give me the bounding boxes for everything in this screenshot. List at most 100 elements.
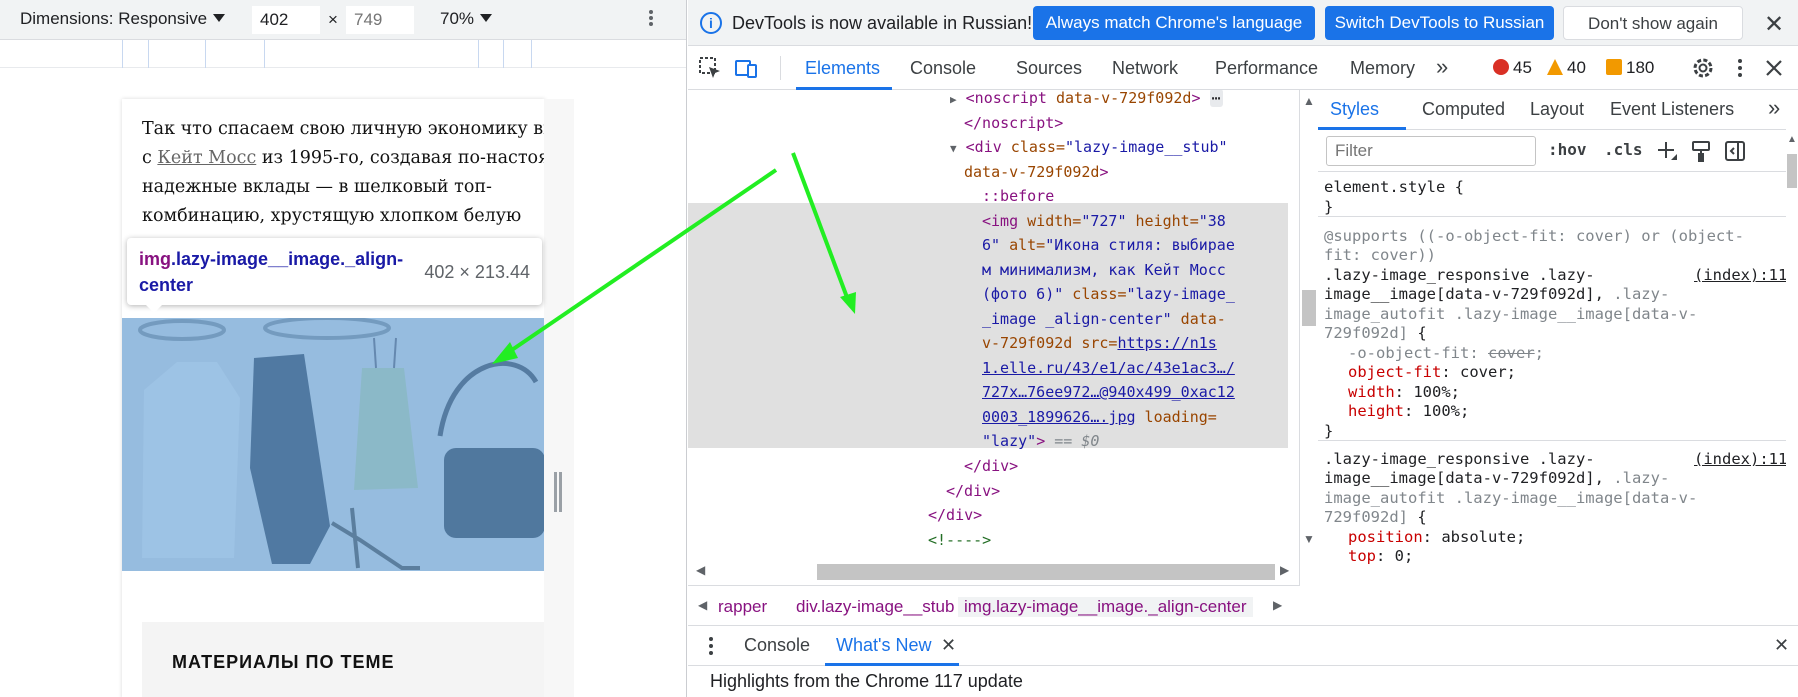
related-materials-box: МАТЕРИАЛЫ ПО ТЕМЕ <box>142 622 545 697</box>
hover-state-toggle[interactable]: :hov <box>1548 140 1587 159</box>
drawer-tab-console[interactable]: Console <box>744 635 810 656</box>
styles-scrollbar[interactable]: ▲ <box>1786 90 1798 625</box>
issues-badge[interactable]: 180 <box>1606 58 1654 78</box>
more-tabs-icon[interactable]: » <box>1436 54 1448 80</box>
warning-icon <box>1547 59 1563 75</box>
add-rule-icon[interactable] <box>1656 140 1678 162</box>
tab-computed[interactable]: Computed <box>1422 99 1505 120</box>
width-input[interactable] <box>252 6 320 34</box>
css-declaration[interactable]: height: 100%; <box>1348 402 1469 422</box>
scrollbar-thumb[interactable] <box>817 564 1275 580</box>
css-selector[interactable]: image__image[data-v-729f092d], .lazy- <box>1324 285 1669 305</box>
dom-node[interactable]: ▼ <div class="lazy-image__stub" <box>950 135 1228 162</box>
image-src-link[interactable]: 0003_1899626….jpg <box>982 408 1136 426</box>
element-highlight-overlay <box>122 318 545 571</box>
drawer-tab-whats-new[interactable]: What's New <box>836 635 931 656</box>
class-toggle[interactable]: .cls <box>1604 140 1643 159</box>
error-icon <box>1493 59 1509 75</box>
article-link[interactable]: Кейт Мосс <box>157 148 256 168</box>
tab-sources[interactable]: Sources <box>1016 58 1082 79</box>
scroll-down-icon[interactable]: ▼ <box>1303 532 1315 546</box>
css-brace: } <box>1324 422 1334 440</box>
dimensions-dropdown[interactable]: Dimensions: Responsive <box>20 9 226 29</box>
bottom-drawer: Console What's New ✕ ✕ Highlights from t… <box>688 625 1798 697</box>
dont-show-again-button[interactable]: Don't show again <box>1563 6 1743 40</box>
scrollbar-thumb[interactable] <box>1302 290 1316 326</box>
inspect-element-icon[interactable] <box>698 56 722 80</box>
ellipsis-icon[interactable]: ⋯ <box>1209 90 1223 107</box>
css-selector[interactable]: element.style { <box>1324 178 1464 198</box>
pseudo-element[interactable]: ::before <box>982 184 1054 209</box>
viewport-scrollbar[interactable] <box>544 99 574 697</box>
switch-devtools-language-button[interactable]: Switch DevTools to Russian <box>1325 6 1554 40</box>
scrollbar-thumb[interactable] <box>1787 154 1797 188</box>
dom-node-continued: 6" alt="Икона стиля: выбирае <box>982 236 1235 254</box>
css-selector[interactable]: 729f092d] { <box>1324 508 1427 528</box>
dom-node-continued: data-v-729f092d> <box>964 163 1109 181</box>
breadcrumb-item[interactable]: rapper <box>718 597 767 617</box>
always-match-language-button[interactable]: Always match Chrome's language <box>1033 6 1315 40</box>
height-input[interactable] <box>346 6 414 34</box>
drawer-menu-icon[interactable] <box>707 635 715 657</box>
breadcrumb-item[interactable]: div.lazy-image__stub <box>796 597 954 617</box>
more-options-icon[interactable] <box>644 8 658 32</box>
dom-node-continued: 0003_1899626….jpg loading= <box>982 408 1217 426</box>
image-src-link[interactable]: 727x…76ee972…@940x499_0xac12 <box>982 383 1235 401</box>
close-drawer-icon[interactable]: ✕ <box>1774 635 1789 656</box>
scroll-up-icon[interactable]: ▲ <box>1787 134 1797 145</box>
styles-filter-input[interactable] <box>1326 136 1536 166</box>
css-declaration[interactable]: position: absolute; <box>1348 528 1525 548</box>
gear-icon[interactable] <box>1691 56 1715 80</box>
tab-styles[interactable]: Styles <box>1330 99 1379 120</box>
scroll-right-icon[interactable]: ▶ <box>1280 563 1289 577</box>
device-toolbar-icon[interactable] <box>734 56 758 80</box>
tab-memory[interactable]: Memory <box>1350 58 1415 79</box>
css-declaration[interactable]: -o-object-fit: cover; <box>1348 344 1544 364</box>
css-declaration[interactable]: object-fit: cover; <box>1348 363 1516 383</box>
css-source-link[interactable]: (index):115 <box>1694 266 1797 286</box>
image-src-link[interactable]: 1.elle.ru/43/e1/ac/43e1ac3…/ <box>982 359 1235 377</box>
css-declaration[interactable]: width: 100%; <box>1348 383 1460 403</box>
scroll-right-icon[interactable]: ▶ <box>1273 598 1282 612</box>
css-selector[interactable]: image_autofit .lazy-image__image[data-v- <box>1324 305 1697 325</box>
tab-performance[interactable]: Performance <box>1215 58 1318 79</box>
css-selector[interactable]: image__image[data-v-729f092d], .lazy- <box>1324 469 1669 489</box>
resize-handle[interactable] <box>554 472 564 512</box>
horizontal-scrollbar[interactable]: ◀ ▶ <box>688 559 1299 585</box>
dom-node[interactable]: </noscript> <box>964 111 1063 136</box>
errors-badge[interactable]: 45 <box>1493 58 1532 78</box>
tab-console[interactable]: Console <box>910 58 976 79</box>
dom-node[interactable]: </div> <box>928 503 982 528</box>
close-tab-icon[interactable]: ✕ <box>941 635 956 656</box>
tab-network[interactable]: Network <box>1112 58 1178 79</box>
tab-layout[interactable]: Layout <box>1530 99 1584 120</box>
warnings-badge[interactable]: 40 <box>1547 58 1586 78</box>
sidebar-toggle-icon[interactable] <box>1724 140 1746 162</box>
close-devtools-icon[interactable] <box>1762 56 1786 80</box>
selected-img-node[interactable]: <img width="727" height="38 <box>982 209 1226 234</box>
comment-node[interactable]: <!----> <box>928 528 991 553</box>
paint-brush-icon[interactable] <box>1690 140 1712 162</box>
more-options-icon[interactable] <box>1728 56 1752 80</box>
dom-node-continued: 1.elle.ru/43/e1/ac/43e1ac3…/ <box>982 356 1235 381</box>
tab-event-listeners[interactable]: Event Listeners <box>1610 99 1734 120</box>
scroll-left-icon[interactable]: ◀ <box>698 598 707 612</box>
dom-node[interactable]: </div> <box>946 479 1000 504</box>
css-selector[interactable]: 729f092d] { <box>1324 324 1427 344</box>
zoom-dropdown[interactable]: 70% <box>440 9 493 29</box>
vertical-scrollbar[interactable]: ▲ ▼ <box>1300 90 1318 585</box>
css-source-link[interactable]: (index):115 <box>1694 450 1797 470</box>
close-icon[interactable]: ✕ <box>1764 10 1784 39</box>
scroll-left-icon[interactable]: ◀ <box>696 563 705 577</box>
dom-node[interactable]: </div> <box>964 454 1018 479</box>
css-selector[interactable]: image_autofit .lazy-image__image[data-v- <box>1324 489 1697 509</box>
css-selector[interactable]: .lazy-image_responsive .lazy- <box>1324 266 1595 286</box>
css-selector[interactable]: .lazy-image_responsive .lazy- <box>1324 450 1595 470</box>
css-declaration[interactable]: top: 0; <box>1348 547 1413 567</box>
tab-elements[interactable]: Elements <box>805 58 880 79</box>
image-src-link[interactable]: https://n1s <box>1117 334 1216 352</box>
scroll-up-icon[interactable]: ▲ <box>1303 94 1315 108</box>
breadcrumb-item-active[interactable]: img.lazy-image__image._align-center <box>958 597 1253 617</box>
dom-node[interactable]: ▶ <noscript data-v-729f092d> ⋯ <box>950 90 1223 113</box>
more-tabs-icon[interactable]: » <box>1768 95 1780 121</box>
